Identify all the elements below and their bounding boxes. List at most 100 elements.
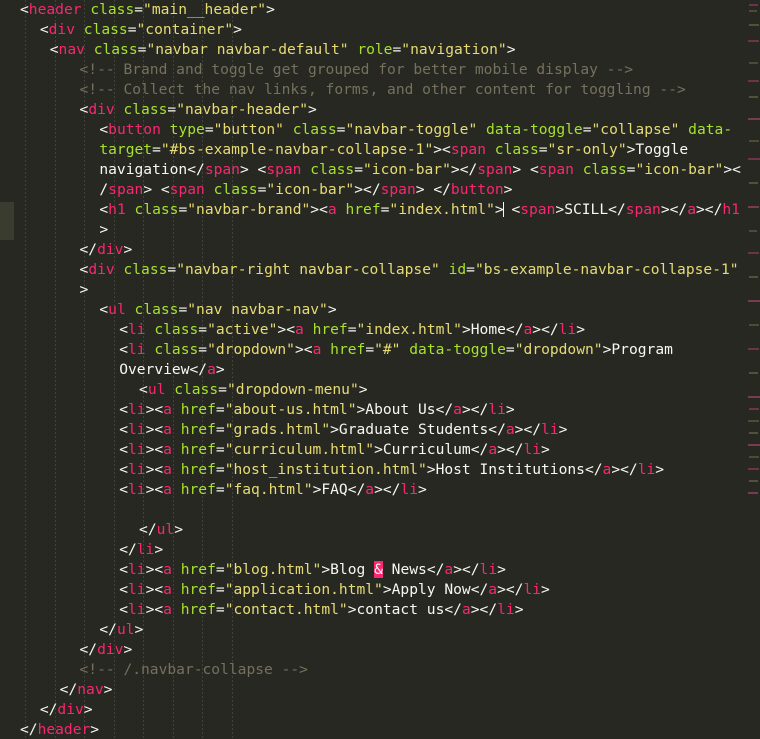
token-attribute-name: class [292, 121, 337, 138]
token-tag: span [108, 181, 144, 198]
code-line[interactable]: <li><a href="faq.html">FAQ</a></li> [0, 480, 760, 500]
token-punctuation: > [558, 421, 568, 438]
token-attribute-value: "active" [207, 321, 278, 338]
code-line[interactable]: <div class="container"> [0, 20, 760, 40]
token-tag: span [538, 161, 574, 178]
token-punctuation: = [215, 401, 225, 418]
code-line[interactable]: </li> [0, 540, 760, 560]
token-tag: span [450, 141, 486, 158]
minimap-row [749, 432, 758, 434]
token-tag: a [163, 441, 172, 458]
token-tag: div [88, 101, 115, 118]
token-punctuation: > [79, 281, 89, 298]
token-text: Curriculum [382, 441, 471, 458]
token-comment: <!-- Collect the nav links, forms, and o… [79, 81, 686, 98]
code-line[interactable]: <ul class="nav navbar-nav"> [0, 300, 760, 320]
token-punctuation [172, 561, 181, 578]
code-line[interactable]: </nav> [0, 680, 760, 700]
token-tag: span [477, 161, 513, 178]
minimap-row [749, 324, 759, 326]
code-line[interactable]: Overview</a> [0, 360, 760, 380]
token-tag: li [637, 461, 656, 478]
code-line[interactable]: <div class="navbar-right navbar-collapse… [0, 260, 760, 280]
code-line[interactable]: </div> [0, 240, 760, 260]
token-attribute-name: data-toggle [409, 341, 506, 358]
code-line[interactable]: <li><a href="about-us.html">About Us</a>… [0, 400, 760, 420]
token-attribute-value: "collapse" [591, 121, 680, 138]
code-line[interactable]: <li class="active"><a href="index.html">… [0, 320, 760, 340]
token-tag: ul [156, 521, 175, 538]
token-attribute-name: href [180, 581, 216, 598]
token-punctuation [205, 181, 214, 198]
code-line[interactable] [0, 500, 760, 520]
token-punctuation: > [576, 321, 586, 338]
minimap-row [748, 468, 759, 470]
token-punctuation: < [119, 401, 128, 418]
code-line[interactable]: </ul> [0, 620, 760, 640]
token-punctuation [679, 121, 688, 138]
code-line[interactable]: > [0, 220, 760, 240]
token-punctuation: > [154, 541, 164, 558]
token-tag: li [127, 581, 146, 598]
token-punctuation: </ [189, 361, 208, 378]
code-line[interactable]: <li><a href="grads.html">Graduate Studen… [0, 420, 760, 440]
token-punctuation: > [555, 201, 565, 218]
token-punctuation: ></ [461, 401, 489, 418]
token-attribute-value: "index.html" [356, 321, 462, 338]
code-line[interactable]: <div class="navbar-header"> [0, 100, 760, 120]
token-punctuation: > [174, 521, 183, 538]
code-line[interactable]: </ul> [0, 520, 760, 540]
code-line[interactable]: <h1 class="navbar-brand"><a href="index.… [0, 200, 760, 220]
token-attribute-name: class [494, 141, 539, 158]
token-punctuation: > [433, 141, 443, 158]
token-punctuation: / [99, 181, 109, 198]
code-line[interactable]: <li><a href="curriculum.html">Curriculum… [0, 440, 760, 460]
token-tag: li [488, 401, 506, 418]
code-line[interactable]: <li><a href="application.html">Apply Now… [0, 580, 760, 600]
code-line[interactable]: <!-- Collect the nav links, forms, and o… [0, 80, 760, 100]
code-content[interactable]: <header class="main__header"> <div class=… [0, 0, 760, 739]
token-tag: button [108, 121, 161, 138]
code-line[interactable]: <header class="main__header"> [0, 0, 760, 20]
code-line[interactable]: <li><a href="contact.html">contact us</a… [0, 600, 760, 620]
code-editor[interactable]: <header class="main__header"> <div class=… [0, 0, 760, 739]
minimap[interactable] [746, 0, 760, 739]
code-line[interactable]: <li><a href="host_institution.html">Host… [0, 460, 760, 480]
code-line[interactable]: <button type="button" class="navbar-togg… [0, 120, 760, 140]
token-punctuation [161, 121, 170, 138]
token-punctuation [172, 581, 181, 598]
token-punctuation: > [321, 561, 331, 578]
code-line[interactable]: > [0, 280, 760, 300]
token-punctuation: >< [145, 401, 164, 418]
code-line[interactable]: /span> <span class="icon-bar"></span> </… [0, 180, 760, 200]
token-attribute-value: "contact.html" [224, 601, 348, 618]
token-punctuation: = [215, 441, 225, 458]
token-punctuation: >< [145, 421, 164, 438]
token-punctuation: </ [79, 641, 98, 658]
token-text: Program [611, 341, 673, 358]
code-line[interactable]: <!-- Brand and toggle get grouped for be… [0, 60, 760, 80]
code-line[interactable]: <ul class="dropdown-menu"> [0, 380, 760, 400]
token-punctuation: = [538, 141, 548, 158]
code-line[interactable]: <li class="dropdown"><a href="#" data-to… [0, 340, 760, 360]
token-punctuation: > [308, 101, 317, 118]
code-line[interactable]: </div> [0, 640, 760, 660]
token-punctuation: = [152, 141, 161, 158]
token-punctuation: > </ [415, 181, 451, 198]
token-attribute-value: "icon-bar" [266, 181, 355, 198]
token-tag: h1 [108, 201, 126, 218]
token-punctuation: >< [145, 601, 164, 618]
code-line[interactable]: </header> [0, 720, 760, 739]
token-punctuation [301, 161, 310, 178]
token-punctuation: ></ [611, 461, 638, 478]
token-punctuation: < [119, 421, 128, 438]
token-text: contact us [356, 601, 445, 618]
code-line[interactable]: <li><a href="blog.html">Blog & News</a><… [0, 560, 760, 580]
code-line[interactable]: navigation</span> <span class="icon-bar"… [0, 160, 760, 180]
token-text: Apply Now [391, 581, 471, 598]
code-line[interactable]: target="#bs-example-navbar-collapse-1"><… [0, 140, 760, 160]
code-line[interactable]: <!-- /.navbar-collapse --> [0, 660, 760, 680]
token-punctuation: </ [187, 161, 205, 178]
code-line[interactable]: </div> [0, 700, 760, 720]
code-line[interactable]: <nav class="navbar navbar-default" role=… [0, 40, 760, 60]
